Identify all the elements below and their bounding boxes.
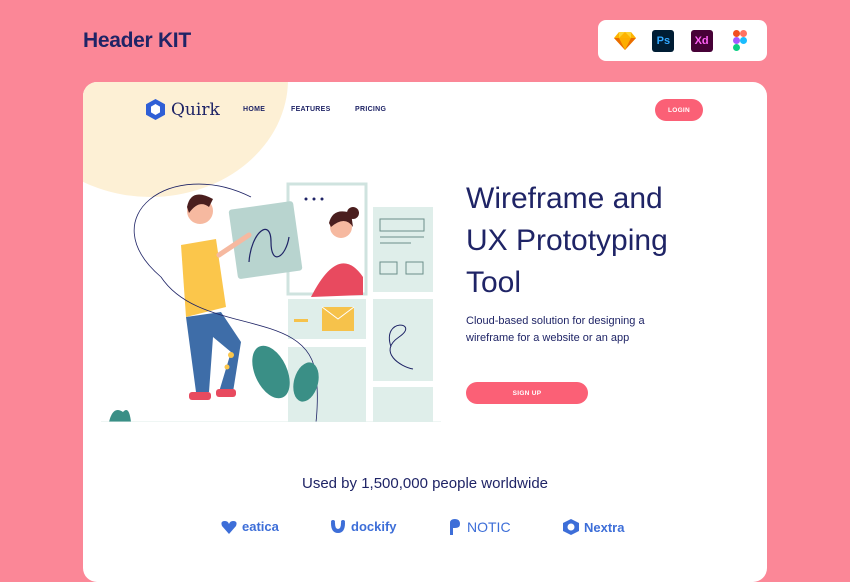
logo[interactable]: Quirk — [146, 99, 220, 120]
notic-logo-icon — [450, 519, 460, 535]
brand-name: eatica — [242, 519, 279, 534]
logo-hexagon-icon — [146, 99, 165, 120]
hero-title: Wireframe and UX Prototyping Tool — [466, 178, 726, 304]
hero-subtitle-line: wireframe for a website or an app — [466, 332, 630, 344]
kit-title: Header KIT — [83, 29, 191, 52]
signup-button[interactable]: SIGN UP — [466, 382, 588, 404]
brand-eatica: eatica — [221, 519, 279, 534]
brand-nextra: Nextra — [563, 519, 624, 535]
top-nav: Quirk HOME FEATURES PRICING LOGIN — [83, 82, 767, 140]
sketch-icon — [614, 30, 637, 52]
logo-text: Quirk — [171, 99, 220, 120]
tool-badges: Ps Xd — [598, 20, 767, 61]
dockify-logo-icon — [331, 519, 345, 533]
nav-features[interactable]: FEATURES — [291, 106, 331, 113]
brand-name: NOTIC — [467, 519, 511, 535]
hero-title-line: Tool — [466, 266, 522, 299]
brand-dockify: dockify — [330, 519, 397, 534]
brand-name: Nextra — [584, 519, 625, 535]
social-proof-text: Used by 1,500,000 people worldwide — [302, 475, 548, 492]
hero-subtitle-line: Cloud-based solution for designing a — [466, 315, 645, 327]
hero-subtitle: Cloud-based solution for designing a wir… — [466, 313, 686, 347]
hero-illustration — [101, 182, 441, 422]
xd-icon: Xd — [690, 29, 713, 52]
brand-notic: NOTIC — [448, 519, 511, 535]
figma-icon — [729, 30, 751, 52]
nav-home[interactable]: HOME — [243, 106, 265, 113]
nextra-logo-icon — [563, 519, 579, 535]
nav-pricing[interactable]: PRICING — [355, 106, 386, 113]
header-card: Quirk HOME FEATURES PRICING LOGIN Wirefr… — [83, 82, 767, 582]
login-button[interactable]: LOGIN — [655, 99, 703, 121]
eatica-logo-icon — [221, 520, 237, 534]
hero-title-line: Wireframe and — [466, 182, 663, 215]
hero-title-line: UX Prototyping — [466, 224, 668, 257]
photoshop-icon: Ps — [652, 29, 675, 52]
brand-name: dockify — [351, 519, 397, 534]
